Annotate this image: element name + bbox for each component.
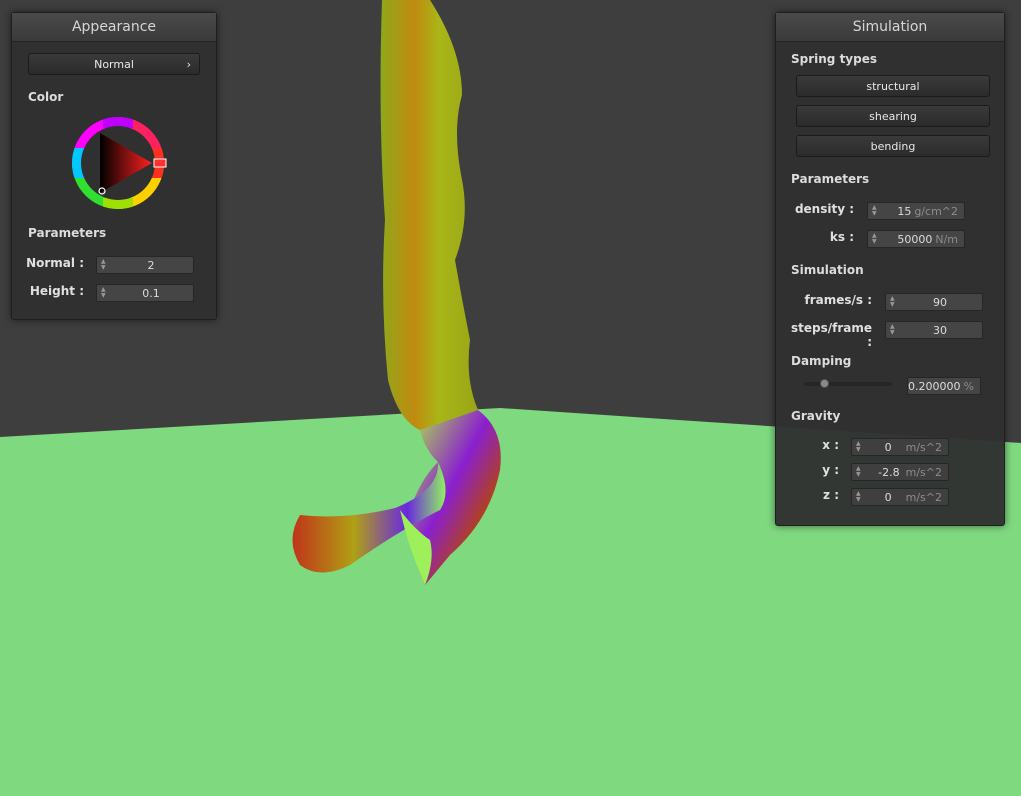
chevron-right-icon: › bbox=[186, 58, 191, 71]
gravity-z-unit: m/s^2 bbox=[905, 491, 942, 504]
gravity-x-input[interactable]: ▲ ▼ 0 m/s^2 bbox=[851, 438, 949, 456]
gravity-y-input[interactable]: ▲ ▼ -2.8 m/s^2 bbox=[851, 463, 949, 481]
appearance-panel-title: Appearance bbox=[12, 13, 216, 42]
gravity-y-unit: m/s^2 bbox=[905, 466, 942, 479]
frames-input[interactable]: ▲ ▼ 90 bbox=[885, 293, 983, 311]
density-unit: g/cm^2 bbox=[914, 205, 958, 218]
appearance-mode-button[interactable]: Normal › bbox=[28, 53, 200, 75]
damping-value: 0.200000 bbox=[908, 380, 961, 393]
ks-value: 50000 bbox=[897, 233, 933, 246]
appearance-parameters-title: Parameters bbox=[28, 226, 107, 240]
normal-value: 2 bbox=[147, 259, 155, 272]
gravity-title: Gravity bbox=[791, 409, 841, 423]
gravity-x-value: 0 bbox=[884, 441, 892, 454]
spinner-icon: ▲ ▼ bbox=[856, 465, 861, 478]
damping-unit: % bbox=[963, 380, 974, 393]
gravity-z-value: 0 bbox=[884, 491, 892, 504]
structural-button[interactable]: structural bbox=[796, 75, 990, 97]
height-value: 0.1 bbox=[142, 287, 160, 300]
density-value: 15 bbox=[897, 205, 912, 218]
frames-label: frames/s : bbox=[804, 293, 872, 307]
spinner-icon: ▲ ▼ bbox=[872, 232, 877, 245]
damping-slider-handle[interactable] bbox=[819, 379, 829, 388]
spinner-icon: ▲ ▼ bbox=[101, 258, 106, 271]
appearance-mode-label: Normal bbox=[94, 58, 134, 71]
density-label: density : bbox=[794, 202, 854, 216]
density-input[interactable]: ▲ ▼ 15 g/cm^2 bbox=[867, 202, 965, 220]
hue-selector bbox=[153, 158, 167, 168]
color-section-title: Color bbox=[28, 90, 64, 104]
spinner-icon: ▲ ▼ bbox=[101, 286, 106, 299]
gravity-y-label: y : bbox=[822, 463, 839, 477]
simulation-panel-title: Simulation bbox=[776, 13, 1004, 42]
gravity-y-value: -2.8 bbox=[878, 466, 900, 479]
ks-label: ks : bbox=[829, 230, 854, 244]
simulation-parameters-title: Parameters bbox=[791, 172, 870, 186]
spring-types-title: Spring types bbox=[791, 52, 878, 66]
steps-label: steps/frame : bbox=[790, 321, 872, 349]
appearance-panel: Appearance Normal › Color Parameters Nor… bbox=[11, 12, 217, 320]
height-input[interactable]: ▲ ▼ 0.1 bbox=[96, 284, 194, 302]
spinner-icon: ▲ ▼ bbox=[890, 323, 895, 336]
simulation-panel: Simulation Spring types structural shear… bbox=[775, 12, 1005, 526]
frames-value: 90 bbox=[933, 296, 947, 309]
damping-slider-track bbox=[804, 382, 892, 386]
gravity-z-input[interactable]: ▲ ▼ 0 m/s^2 bbox=[851, 488, 949, 506]
ks-unit: N/m bbox=[935, 233, 958, 246]
gravity-z-label: z : bbox=[823, 488, 839, 502]
gravity-x-label: x : bbox=[822, 438, 839, 452]
steps-input[interactable]: ▲ ▼ 30 bbox=[885, 321, 983, 339]
color-wheel[interactable] bbox=[68, 113, 168, 213]
damping-title: Damping bbox=[791, 354, 852, 368]
ks-input[interactable]: ▲ ▼ 50000 N/m bbox=[867, 230, 965, 248]
spinner-icon: ▲ ▼ bbox=[890, 295, 895, 308]
normal-label: Normal : bbox=[26, 256, 84, 270]
damping-input[interactable]: 0.200000% bbox=[907, 377, 981, 395]
spinner-icon: ▲ ▼ bbox=[856, 490, 861, 503]
steps-value: 30 bbox=[933, 324, 947, 337]
bending-button[interactable]: bending bbox=[796, 135, 990, 157]
shearing-button[interactable]: shearing bbox=[796, 105, 990, 127]
simulation-section-title: Simulation bbox=[791, 263, 864, 277]
gravity-x-unit: m/s^2 bbox=[905, 441, 942, 454]
spinner-icon: ▲ ▼ bbox=[872, 204, 877, 217]
normal-input[interactable]: ▲ ▼ 2 bbox=[96, 256, 194, 274]
height-label: Height : bbox=[29, 284, 84, 298]
damping-slider[interactable] bbox=[804, 379, 892, 389]
spinner-icon: ▲ ▼ bbox=[856, 440, 861, 453]
